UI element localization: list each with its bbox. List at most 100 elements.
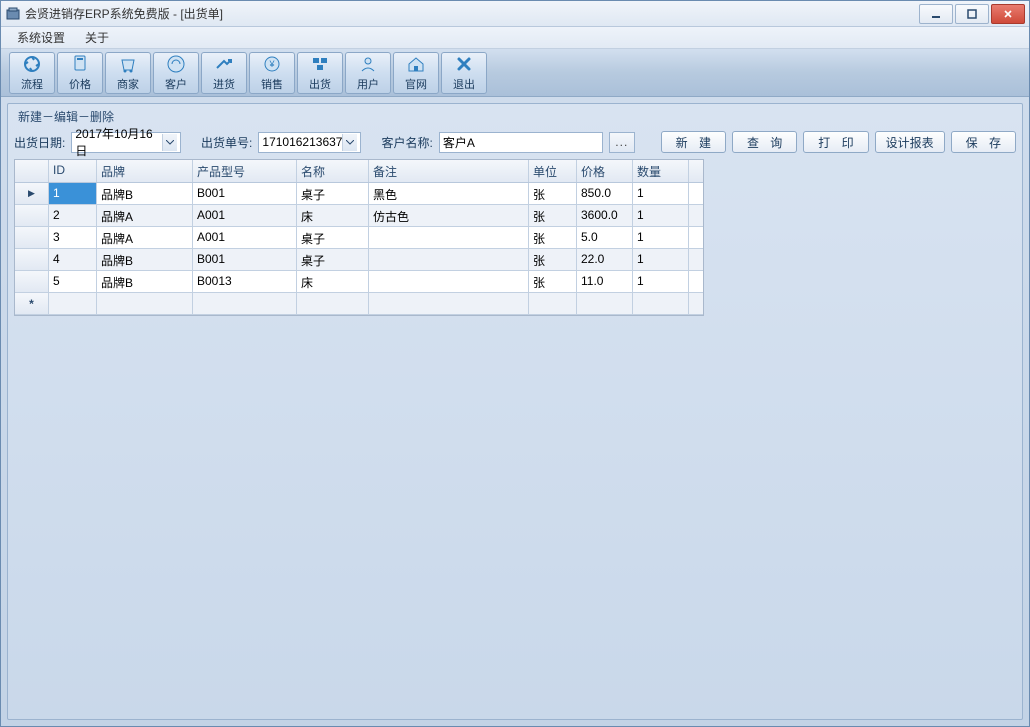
row-header[interactable] <box>15 293 49 314</box>
cell-price[interactable]: 22.0 <box>577 249 633 270</box>
save-button[interactable]: 保 存 <box>951 131 1016 153</box>
table-row[interactable]: 3品牌AA001桌子 张5.01 <box>15 227 703 249</box>
toolbar-shipment[interactable]: 出货 <box>297 52 343 94</box>
cell-remark[interactable] <box>369 293 529 314</box>
menu-settings[interactable]: 系统设置 <box>7 27 75 48</box>
toolbar-sales[interactable]: ¥ 销售 <box>249 52 295 94</box>
col-price[interactable]: 价格 <box>577 160 633 182</box>
customer-input[interactable]: 客户A <box>439 132 603 153</box>
toolbar-user-label: 用户 <box>357 76 379 92</box>
grid-corner <box>15 160 49 182</box>
maximize-button[interactable] <box>955 4 989 24</box>
row-header[interactable] <box>15 205 49 226</box>
toolbar-purchase[interactable]: 进货 <box>201 52 247 94</box>
cell-remark[interactable]: 黑色 <box>369 183 529 204</box>
toolbar-user[interactable]: 用户 <box>345 52 391 94</box>
cell-qty[interactable]: 1 <box>633 227 689 248</box>
toolbar-customer[interactable]: 客户 <box>153 52 199 94</box>
cell-model[interactable] <box>193 293 297 314</box>
cell-model[interactable]: B0013 <box>193 271 297 292</box>
cell-price[interactable]: 5.0 <box>577 227 633 248</box>
table-row[interactable]: 5品牌BB0013床 张11.01 <box>15 271 703 293</box>
cell-unit[interactable]: 张 <box>529 271 577 292</box>
row-header[interactable] <box>15 271 49 292</box>
cell-brand[interactable]: 品牌B <box>97 271 193 292</box>
cell-remark[interactable] <box>369 227 529 248</box>
toolbar-website-label: 官网 <box>405 76 427 92</box>
menu-about[interactable]: 关于 <box>75 27 119 48</box>
minimize-icon <box>931 9 941 19</box>
cell-model[interactable]: B001 <box>193 183 297 204</box>
cell-price[interactable]: 11.0 <box>577 271 633 292</box>
cell-remark[interactable]: 仿古色 <box>369 205 529 226</box>
app-icon <box>5 6 21 22</box>
col-id[interactable]: ID <box>49 160 97 182</box>
col-qty[interactable]: 数量 <box>633 160 689 182</box>
cell-model[interactable]: A001 <box>193 205 297 226</box>
cell-brand[interactable] <box>97 293 193 314</box>
table-row[interactable]: 4品牌BB001桌子 张22.01 <box>15 249 703 271</box>
close-button[interactable] <box>991 4 1025 24</box>
cell-unit[interactable]: 张 <box>529 249 577 270</box>
cell-remark[interactable] <box>369 249 529 270</box>
print-button[interactable]: 打 印 <box>803 131 868 153</box>
cell-id[interactable]: 2 <box>49 205 97 226</box>
cell-unit[interactable]: 张 <box>529 205 577 226</box>
cell-qty[interactable] <box>633 293 689 314</box>
customer-lookup-button[interactable]: ... <box>609 132 635 153</box>
toolbar-merchant[interactable]: 商家 <box>105 52 151 94</box>
exit-icon <box>453 53 475 75</box>
row-header[interactable] <box>15 249 49 270</box>
table-row-new[interactable] <box>15 293 703 315</box>
cell-name[interactable]: 床 <box>297 271 369 292</box>
data-grid[interactable]: ID 品牌 产品型号 名称 备注 单位 价格 数量 1品牌BB001桌子黑色张8… <box>14 159 704 316</box>
cell-id[interactable] <box>49 293 97 314</box>
cell-brand[interactable]: 品牌A <box>97 227 193 248</box>
minimize-button[interactable] <box>919 4 953 24</box>
cell-name[interactable]: 桌子 <box>297 227 369 248</box>
cell-qty[interactable]: 1 <box>633 249 689 270</box>
cell-id[interactable]: 3 <box>49 227 97 248</box>
cell-name[interactable]: 桌子 <box>297 249 369 270</box>
col-model[interactable]: 产品型号 <box>193 160 297 182</box>
table-row[interactable]: 2品牌AA001床仿古色张3600.01 <box>15 205 703 227</box>
cell-brand[interactable]: 品牌B <box>97 183 193 204</box>
cell-unit[interactable]: 张 <box>529 227 577 248</box>
toolbar-exit[interactable]: 退出 <box>441 52 487 94</box>
cell-model[interactable]: B001 <box>193 249 297 270</box>
col-remark[interactable]: 备注 <box>369 160 529 182</box>
cell-unit[interactable]: 张 <box>529 183 577 204</box>
new-button[interactable]: 新 建 <box>661 131 726 153</box>
query-button[interactable]: 查 询 <box>732 131 797 153</box>
cell-brand[interactable]: 品牌A <box>97 205 193 226</box>
cell-price[interactable] <box>577 293 633 314</box>
ship-date-picker[interactable]: 2017年10月16日 <box>71 132 181 153</box>
toolbar-website[interactable]: 官网 <box>393 52 439 94</box>
cell-id[interactable]: 4 <box>49 249 97 270</box>
cell-id[interactable]: 1 <box>49 183 97 204</box>
table-row[interactable]: 1品牌BB001桌子黑色张850.01 <box>15 183 703 205</box>
cell-remark[interactable] <box>369 271 529 292</box>
cell-qty[interactable]: 1 <box>633 183 689 204</box>
cell-unit[interactable] <box>529 293 577 314</box>
cell-name[interactable] <box>297 293 369 314</box>
cell-price[interactable]: 3600.0 <box>577 205 633 226</box>
cell-id[interactable]: 5 <box>49 271 97 292</box>
ship-no-combo[interactable]: 171016213637 <box>258 132 361 153</box>
cell-name[interactable]: 桌子 <box>297 183 369 204</box>
cell-model[interactable]: A001 <box>193 227 297 248</box>
cell-qty[interactable]: 1 <box>633 271 689 292</box>
cell-brand[interactable]: 品牌B <box>97 249 193 270</box>
toolbar-price[interactable]: 价格 <box>57 52 103 94</box>
design-report-button[interactable]: 设计报表 <box>875 131 945 153</box>
cell-name[interactable]: 床 <box>297 205 369 226</box>
col-name[interactable]: 名称 <box>297 160 369 182</box>
cell-price[interactable]: 850.0 <box>577 183 633 204</box>
col-unit[interactable]: 单位 <box>529 160 577 182</box>
row-header[interactable] <box>15 227 49 248</box>
row-header[interactable] <box>15 183 49 204</box>
cell-qty[interactable]: 1 <box>633 205 689 226</box>
col-brand[interactable]: 品牌 <box>97 160 193 182</box>
toolbar-flow[interactable]: 流程 <box>9 52 55 94</box>
ship-date-label: 出货日期: <box>14 134 65 151</box>
